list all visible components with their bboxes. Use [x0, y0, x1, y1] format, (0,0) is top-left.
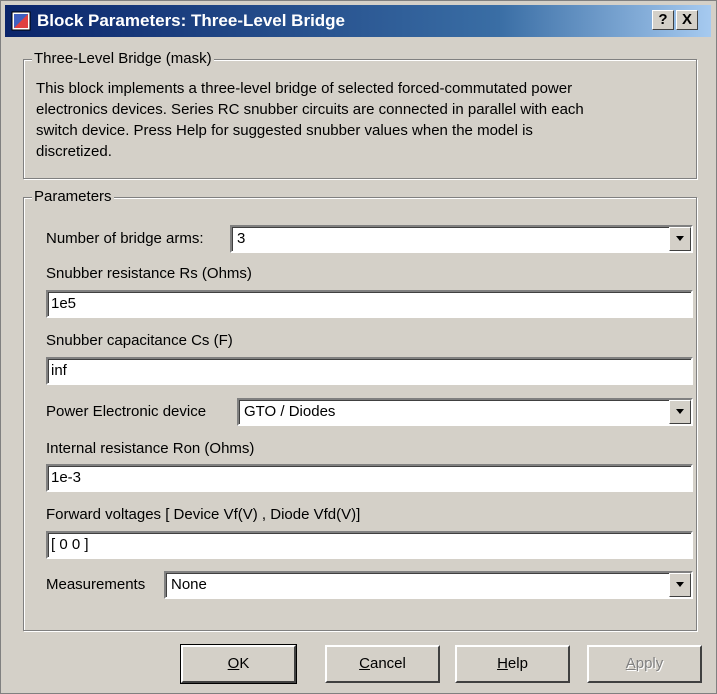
mask-legend: Three-Level Bridge (mask) — [32, 50, 214, 68]
description-line: electronics devices. Series RC snubber c… — [36, 101, 584, 118]
apply-label-rest: pply — [635, 655, 664, 672]
help-label-rest: elp — [507, 655, 528, 672]
internal-resistance-label: Internal resistance Ron (Ohms) — [46, 440, 255, 457]
chevron-down-icon — [676, 582, 684, 587]
snubber-resistance-label: Snubber resistance Rs (Ohms) — [46, 265, 252, 282]
ok-accelerator: O — [227, 655, 240, 672]
description-line: discretized. — [36, 143, 112, 160]
internal-resistance-field[interactable]: 1e-3 — [46, 464, 693, 492]
power-device-value: GTO / Diodes — [244, 403, 336, 420]
chevron-down-icon — [676, 409, 684, 414]
measurements-select[interactable]: None — [164, 571, 693, 599]
cancel-label-rest: ancel — [369, 655, 406, 672]
close-title-button[interactable]: X — [676, 10, 698, 30]
window-title: Block Parameters: Three-Level Bridge — [37, 11, 346, 30]
description-line: switch device. Press Help for suggested … — [36, 122, 533, 139]
apply-button[interactable]: Apply — [587, 645, 702, 683]
mask-description-group: Three-Level Bridge (mask) This block imp… — [23, 50, 697, 179]
help-title-button[interactable]: ? — [652, 10, 674, 30]
snubber-capacitance-label: Snubber capacitance Cs (F) — [46, 332, 233, 349]
mask-description: This block implements a three-level brid… — [36, 78, 691, 162]
ok-label-rest: K — [239, 655, 250, 672]
forward-voltages-label: Forward voltages [ Device Vf(V) , Diode … — [46, 506, 361, 523]
cancel-button[interactable]: Cancel — [325, 645, 440, 683]
forward-voltages-field[interactable]: [ 0 0 ] — [46, 531, 693, 559]
snubber-resistance-field[interactable]: 1e5 — [46, 290, 693, 318]
dropdown-button[interactable] — [669, 400, 691, 424]
apply-accelerator: A — [625, 655, 636, 672]
power-device-select[interactable]: GTO / Diodes — [237, 398, 693, 426]
help-accelerator: H — [497, 655, 508, 672]
ok-button[interactable]: OK — [180, 644, 297, 684]
help-button[interactable]: Help — [455, 645, 570, 683]
measurements-value: None — [171, 576, 207, 593]
bridge-arms-label: Number of bridge arms: — [46, 230, 204, 247]
bridge-arms-select[interactable]: 3 — [230, 225, 693, 253]
description-line: This block implements a three-level brid… — [36, 80, 573, 97]
dropdown-button[interactable] — [669, 227, 691, 251]
bridge-arms-value: 3 — [237, 230, 246, 247]
dropdown-button[interactable] — [669, 573, 691, 597]
title-bar[interactable]: Block Parameters: Three-Level Bridge ? X — [5, 5, 711, 37]
snubber-capacitance-field[interactable]: inf — [46, 357, 693, 385]
power-device-label: Power Electronic device — [46, 403, 207, 420]
measurements-label: Measurements — [46, 576, 146, 593]
parameters-legend: Parameters — [32, 188, 114, 206]
simulink-block-icon — [11, 11, 31, 31]
chevron-down-icon — [676, 236, 684, 241]
cancel-accelerator: C — [359, 655, 370, 672]
block-parameters-dialog: Block Parameters: Three-Level Bridge ? X… — [0, 0, 717, 694]
